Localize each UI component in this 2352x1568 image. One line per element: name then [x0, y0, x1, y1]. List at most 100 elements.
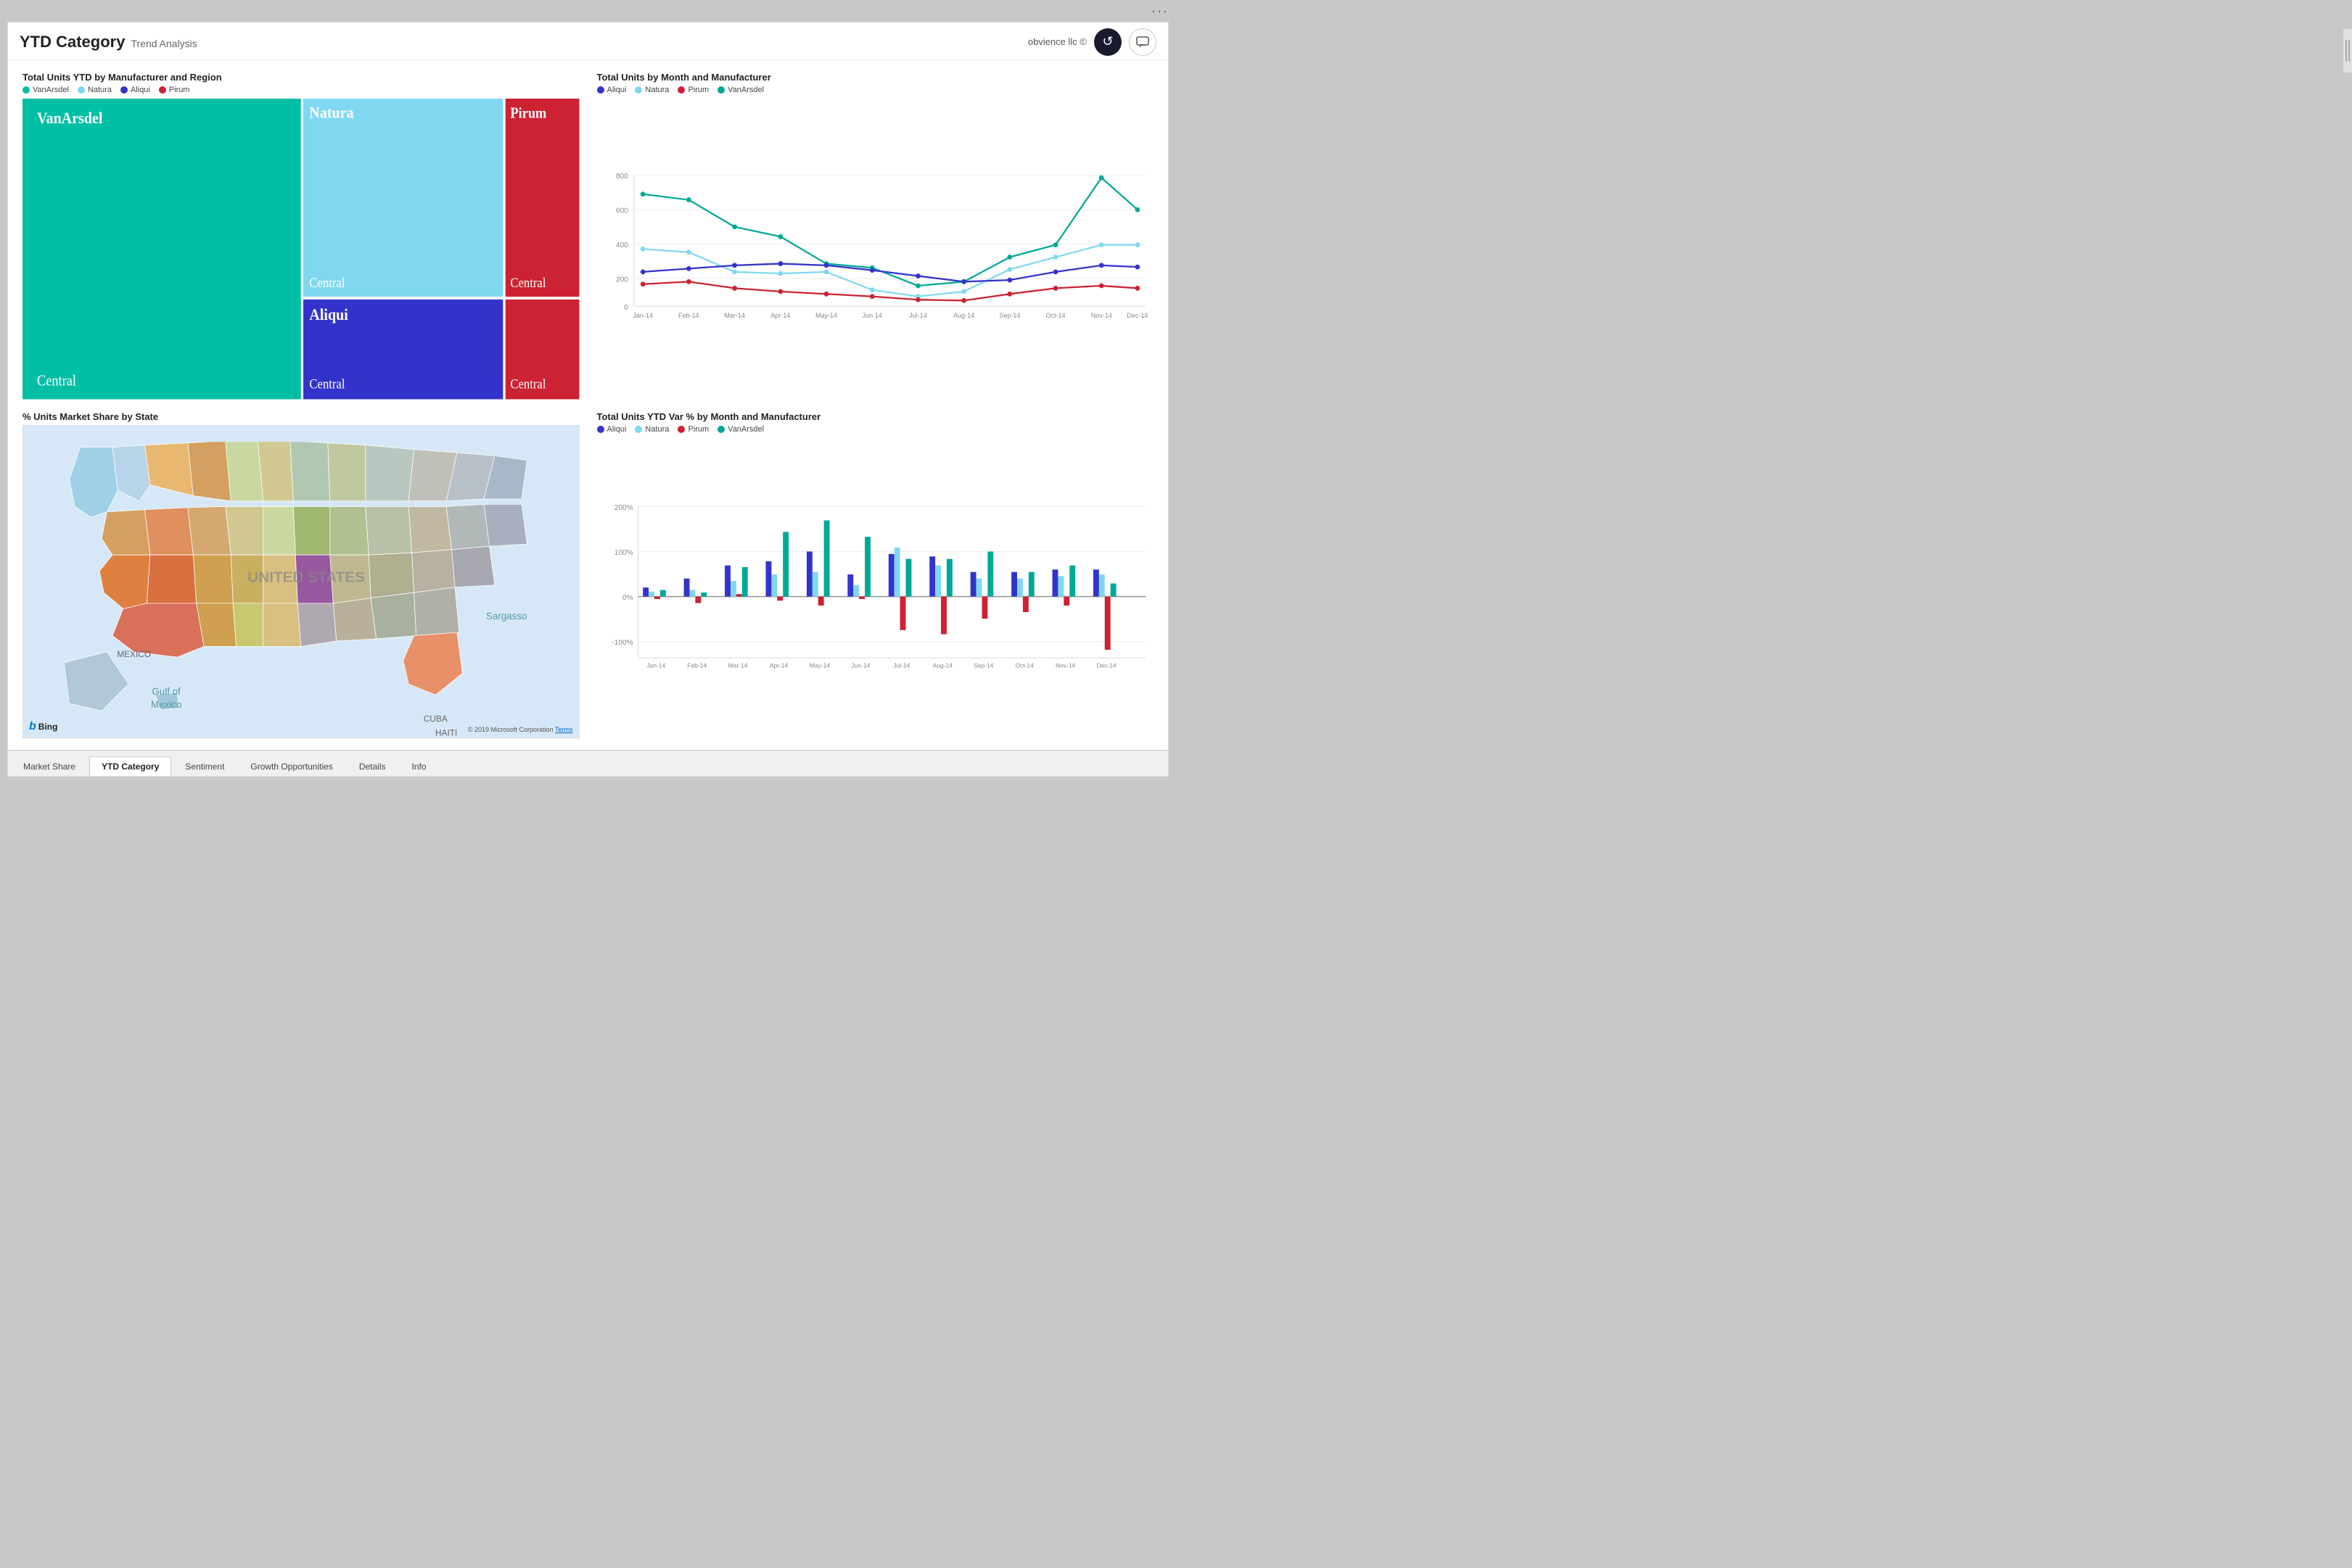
legend-vanarsdel: VanArsdel	[22, 86, 69, 94]
linechart-panel: Total Units by Month and Manufacturer Al…	[588, 66, 1163, 405]
svg-text:Aug-14: Aug-14	[932, 661, 953, 669]
linechart-title: Total Units by Month and Manufacturer	[597, 72, 1154, 83]
svg-text:Apr-14: Apr-14	[769, 661, 788, 669]
tab-info[interactable]: Info	[400, 756, 439, 776]
bar-legend-aliqui: Aliqui	[597, 425, 627, 434]
main-content: YTD Category Trend Analysis obvience llc…	[7, 22, 1169, 777]
top-bar-dots: ···	[1151, 4, 1169, 19]
svg-text:Feb-14: Feb-14	[687, 661, 707, 669]
svg-text:Gulf of: Gulf of	[152, 686, 181, 697]
legend-aliqui: Aliqui	[120, 86, 150, 94]
barchart-panel: Total Units YTD Var % by Month and Manuf…	[588, 405, 1163, 745]
barchart-legend: Aliqui Natura Pirum VanArsdel	[597, 425, 1154, 434]
svg-text:May-14: May-14	[815, 312, 836, 319]
svg-text:Jun-14: Jun-14	[862, 312, 882, 319]
chat-button[interactable]	[1129, 28, 1156, 56]
bing-label: Bing	[38, 722, 58, 732]
map-chart[interactable]: UNITED STATES Gulf of Mexico MEXICO CUBA…	[22, 425, 580, 739]
brand-label: obvience llc ©	[1028, 36, 1087, 47]
treemap-legend: VanArsdel Natura Aliqui Pirum	[22, 86, 580, 94]
svg-text:Pirum: Pirum	[510, 105, 546, 121]
linechart-legend: Aliqui Natura Pirum VanArsdel	[597, 86, 1154, 94]
legend-aliqui-line: Aliqui	[597, 86, 627, 94]
svg-text:Mar-14: Mar-14	[728, 661, 747, 669]
map-panel: % Units Market Share by State	[14, 405, 588, 745]
svg-text:Jul-14: Jul-14	[893, 661, 910, 669]
bar-chart[interactable]: 200% 100% 0% -100% Jan-14 Feb-14 Mar-14 …	[597, 438, 1154, 739]
svg-text:Central: Central	[37, 374, 77, 389]
line-chart[interactable]: 800 600 400 200 0 Jan-14 Feb-14 Mar-14 A…	[597, 99, 1154, 400]
page-subtitle: Trend Analysis	[131, 38, 197, 49]
svg-text:200%: 200%	[614, 503, 633, 511]
header: YTD Category Trend Analysis obvience llc…	[8, 22, 1168, 60]
map-title: % Units Market Share by State	[22, 411, 580, 422]
svg-text:Sep-14: Sep-14	[974, 661, 994, 669]
svg-text:Jan-14: Jan-14	[633, 312, 653, 319]
svg-text:Sargasso: Sargasso	[486, 611, 527, 622]
svg-text:UNITED STATES: UNITED STATES	[247, 569, 365, 585]
svg-text:200: 200	[615, 276, 628, 284]
header-right: obvience llc © ↺	[1028, 28, 1156, 56]
svg-text:0: 0	[624, 304, 628, 312]
barchart-title: Total Units YTD Var % by Month and Manuf…	[597, 411, 1154, 422]
header-title: YTD Category Trend Analysis	[20, 33, 197, 51]
svg-text:Central: Central	[510, 376, 546, 391]
bing-icon: b	[29, 720, 36, 733]
svg-text:CUBA: CUBA	[424, 714, 448, 724]
bar-legend-vanarsdel: VanArsdel	[717, 425, 764, 434]
svg-text:600: 600	[615, 207, 628, 215]
svg-text:Dec-14: Dec-14	[1127, 312, 1148, 319]
legend-pirum-line: Pirum	[678, 86, 709, 94]
app-wrapper: ··· YTD Category Trend Analysis obvience…	[0, 0, 1176, 784]
treemap-panel: Total Units YTD by Manufacturer and Regi…	[14, 66, 588, 405]
tab-ytd-category[interactable]: YTD Category	[89, 756, 171, 777]
svg-text:Mar-14: Mar-14	[724, 312, 745, 319]
svg-text:HAITI: HAITI	[435, 727, 457, 738]
legend-natura: Natura	[78, 86, 112, 94]
legend-natura-line: Natura	[635, 86, 669, 94]
sidebar-handle[interactable]	[2343, 29, 2352, 73]
treemap-chart[interactable]: Central VanArsdel Natura Central Pirum C…	[22, 99, 580, 400]
svg-text:Nov-14: Nov-14	[1055, 661, 1075, 669]
svg-text:Oct-14: Oct-14	[1045, 312, 1065, 319]
svg-text:Aug-14: Aug-14	[953, 312, 974, 319]
svg-text:Apr-14: Apr-14	[770, 312, 790, 319]
svg-text:Central: Central	[309, 376, 345, 391]
dashboard-grid: Total Units YTD by Manufacturer and Regi…	[8, 60, 1168, 750]
page-title: YTD Category	[20, 33, 125, 51]
svg-text:Jul-14: Jul-14	[909, 312, 927, 319]
refresh-button[interactable]: ↺	[1094, 28, 1122, 56]
svg-text:400: 400	[615, 242, 628, 249]
legend-vanarsdel-line: VanArsdel	[717, 86, 764, 94]
svg-text:May-14: May-14	[809, 661, 829, 669]
svg-text:-100%: -100%	[612, 639, 633, 647]
treemap-title: Total Units YTD by Manufacturer and Regi…	[22, 72, 580, 83]
tab-sentiment[interactable]: Sentiment	[173, 756, 237, 776]
top-bar: ···	[0, 0, 1176, 22]
svg-text:Sep-14: Sep-14	[999, 312, 1020, 319]
svg-text:Feb-14: Feb-14	[678, 312, 699, 319]
svg-text:Mexico: Mexico	[151, 698, 181, 709]
svg-text:Oct-14: Oct-14	[1015, 661, 1034, 669]
svg-text:800: 800	[615, 173, 628, 181]
svg-text:Jun-14: Jun-14	[851, 661, 870, 669]
svg-text:Central: Central	[309, 275, 345, 290]
svg-text:Aliqui: Aliqui	[309, 305, 348, 323]
svg-text:Dec-14: Dec-14	[1096, 661, 1117, 669]
tab-details[interactable]: Details	[347, 756, 398, 776]
tab-market-share[interactable]: Market Share	[11, 756, 88, 776]
svg-text:Central: Central	[510, 275, 546, 290]
bing-logo: b Bing	[29, 720, 57, 733]
svg-text:100%: 100%	[614, 548, 633, 556]
svg-text:Natura: Natura	[309, 103, 353, 121]
tab-growth-opportunities[interactable]: Growth Opportunities	[238, 756, 345, 776]
svg-text:Nov-14: Nov-14	[1090, 312, 1111, 319]
svg-text:Jan-14: Jan-14	[646, 661, 665, 669]
svg-text:0%: 0%	[622, 594, 633, 602]
legend-pirum: Pirum	[159, 86, 190, 94]
tab-bar: Market Share YTD Category Sentiment Grow…	[8, 750, 1168, 776]
bar-legend-natura: Natura	[635, 425, 669, 434]
svg-text:MEXICO: MEXICO	[117, 649, 151, 659]
bar-legend-pirum: Pirum	[678, 425, 709, 434]
map-attribution: © 2019 Microsoft Corporation Terms	[468, 726, 573, 733]
